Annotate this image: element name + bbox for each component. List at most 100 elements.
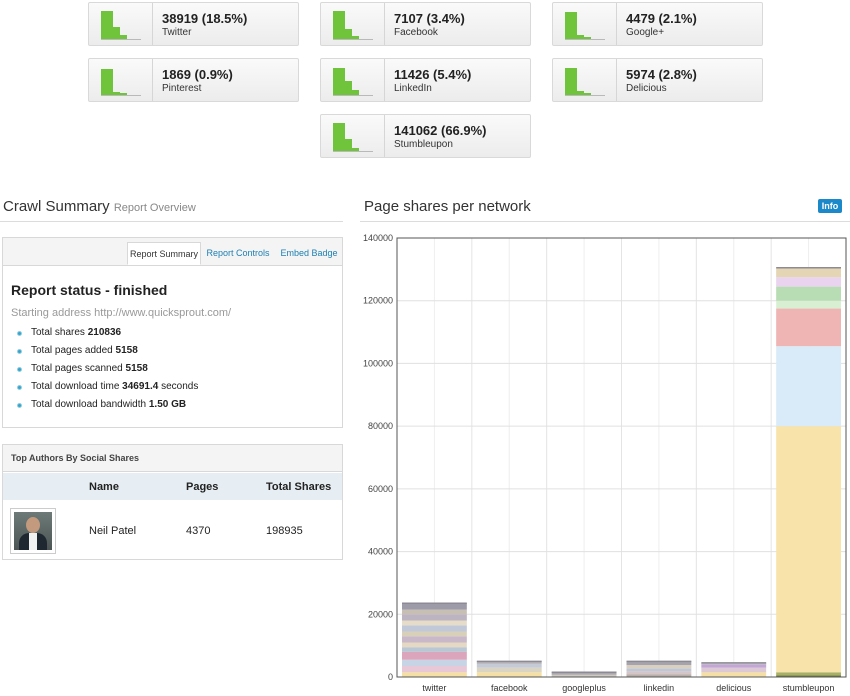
starting-address: Starting address http://www.quicksprout.…: [11, 307, 232, 319]
bar-segment: [701, 672, 767, 677]
stat-line: Total pages added 5158: [31, 345, 138, 356]
bar-segment: [776, 308, 841, 347]
bar-segment: [701, 664, 767, 668]
author-name[interactable]: Neil Patel: [89, 525, 136, 537]
bar-segment: [402, 659, 467, 667]
x-tick-label: twitter: [422, 683, 446, 693]
network-name: Facebook: [394, 27, 438, 38]
crawl-summary-divider: [0, 221, 343, 222]
stat-value: 5158: [125, 363, 148, 374]
bar-segment: [402, 636, 467, 643]
bar-segment: [776, 672, 841, 676]
sparkline-icon: [321, 3, 385, 45]
crawl-summary-subtitle: Report Overview: [113, 202, 196, 214]
bar-segment: [402, 651, 467, 660]
network-card[interactable]: 11426 (5.4%) LinkedIn: [320, 58, 531, 102]
bar-segment: [402, 642, 467, 648]
bar-segment: [626, 661, 692, 666]
stat-label: Total download bandwidth: [31, 399, 149, 410]
avatar[interactable]: [10, 508, 56, 554]
y-tick-label: 80000: [368, 421, 393, 431]
x-tick-label: googleplus: [562, 683, 606, 693]
bar-segment: [402, 620, 467, 626]
bar-segment: [701, 667, 767, 673]
bar-segment: [551, 674, 617, 677]
author-shares: 198935: [266, 525, 303, 537]
crawl-summary-title: Crawl Summary Report Overview: [3, 198, 196, 215]
network-card[interactable]: 38919 (18.5%) Twitter: [88, 2, 299, 46]
bar-segment: [402, 672, 467, 677]
bar-segment: [776, 300, 841, 309]
bar-segment: [626, 665, 692, 669]
bullet-icon: [17, 349, 22, 354]
info-button[interactable]: Info: [818, 199, 842, 213]
bullet-icon: [17, 367, 22, 372]
bar-segment: [626, 668, 692, 672]
bar-segment: [776, 267, 841, 278]
bar-segment: [402, 631, 467, 637]
x-tick-label: delicious: [716, 683, 752, 693]
network-card[interactable]: 5974 (2.8%) Delicious: [552, 58, 763, 102]
x-tick-label: linkedin: [644, 683, 675, 693]
y-tick-label: 140000: [363, 233, 393, 243]
bar-segment: [402, 614, 467, 621]
chart-title: Page shares per network: [364, 198, 531, 215]
network-share-value: 1869 (0.9%): [162, 67, 233, 82]
y-tick-label: 120000: [363, 296, 393, 306]
tab-report-summary[interactable]: Report Summary: [127, 242, 201, 265]
bar-segment: [476, 663, 542, 668]
tab-report-controls[interactable]: Report Controls: [204, 242, 272, 265]
stat-line: Total shares 210836: [31, 327, 121, 338]
network-share-value: 5974 (2.8%): [626, 67, 697, 82]
stat-label: Total download time: [31, 381, 123, 392]
bar-segment: [776, 426, 841, 673]
col-pages: Pages: [186, 481, 219, 493]
bar-segment: [626, 674, 692, 677]
bar-segment: [402, 647, 467, 652]
sparkline-icon: [89, 59, 153, 101]
bar-segment: [776, 277, 841, 287]
authors-panel: Top Authors By Social Shares Name Pages …: [2, 444, 343, 560]
bar-segment: [476, 672, 542, 677]
report-status: Report status - finished: [11, 282, 168, 298]
stat-suffix: seconds: [158, 381, 199, 392]
author-photo: [14, 512, 52, 550]
plot-border: [396, 237, 847, 678]
stat-label: Total pages added: [31, 345, 116, 356]
network-card[interactable]: 4479 (2.1%) Google+: [552, 2, 763, 46]
sparkline-icon: [89, 3, 153, 45]
network-name: Twitter: [162, 27, 192, 38]
network-card[interactable]: 1869 (0.9%) Pinterest: [88, 58, 299, 102]
bullet-icon: [17, 403, 22, 408]
report-tabs: Report Summary Report Controls Embed Bad…: [3, 238, 342, 266]
bar-segment: [551, 672, 617, 675]
tab-embed-badge[interactable]: Embed Badge: [277, 242, 341, 265]
bar-segment: [476, 667, 542, 673]
stat-line: Total pages scanned 5158: [31, 363, 148, 374]
network-card[interactable]: 7107 (3.4%) Facebook: [320, 2, 531, 46]
network-share-value: 11426 (5.4%): [394, 67, 472, 82]
network-name: LinkedIn: [394, 83, 432, 94]
sparkline-icon: [553, 59, 617, 101]
network-share-value: 7107 (3.4%): [394, 11, 465, 26]
bar-segment: [776, 286, 841, 301]
report-panel: Report Summary Report Controls Embed Bad…: [2, 237, 343, 428]
bar-segment: [402, 609, 467, 615]
network-share-value: 141062 (66.9%): [394, 123, 487, 138]
stat-value: 1.50 GB: [148, 399, 187, 410]
y-tick-label: 60000: [368, 484, 393, 494]
network-share-value: 4479 (2.1%): [626, 11, 697, 26]
network-name: Stumbleupon: [394, 139, 453, 150]
bar-segment: [402, 625, 467, 632]
chart-divider: [360, 221, 850, 222]
network-name: Google+: [626, 27, 665, 38]
authors-header: Top Authors By Social Shares: [3, 445, 342, 472]
y-tick-label: 100000: [363, 358, 393, 368]
stat-label: Total pages scanned: [31, 363, 126, 374]
plot-area: [397, 238, 846, 677]
bar-segment: [402, 666, 467, 673]
stat-label: Total shares: [31, 327, 88, 338]
col-total-shares: Total Shares: [266, 481, 332, 493]
bar-segment: [776, 675, 841, 677]
network-card[interactable]: 141062 (66.9%) Stumbleupon: [320, 114, 531, 158]
